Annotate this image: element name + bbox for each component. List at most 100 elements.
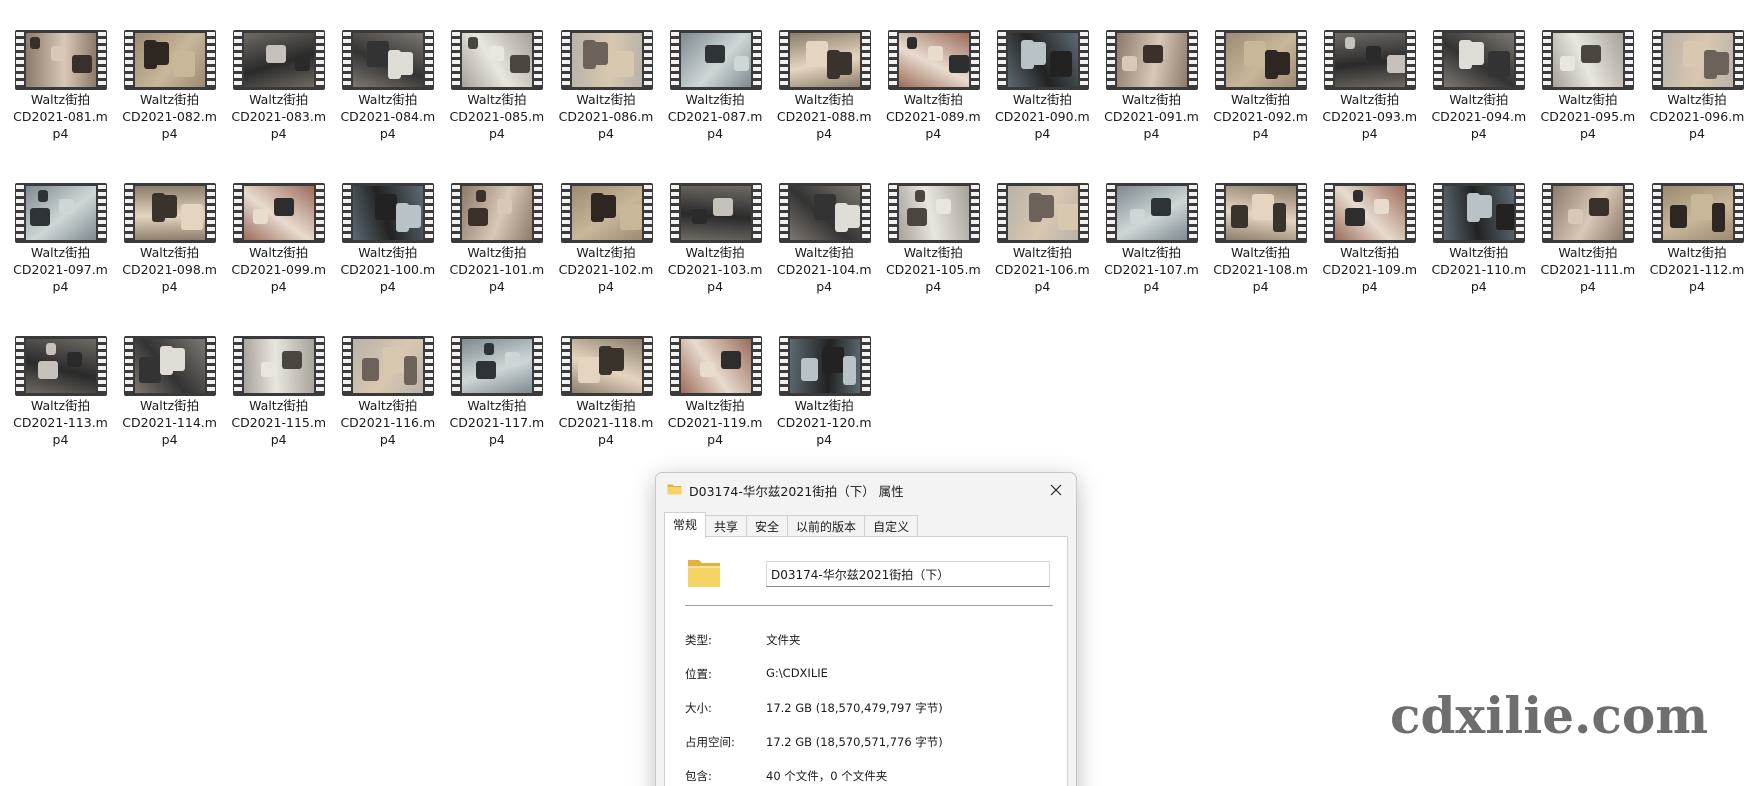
video-thumbnail bbox=[571, 339, 642, 393]
thumbnail-figure bbox=[1231, 205, 1249, 228]
file-item[interactable]: Waltz街拍 CD2021-085.m p4 bbox=[442, 0, 551, 142]
thumbnail-figure bbox=[927, 46, 943, 61]
thumbnail-figure bbox=[590, 193, 604, 222]
tab-sharing[interactable]: 共享 bbox=[705, 515, 748, 538]
file-item[interactable]: Waltz街拍 CD2021-110.m p4 bbox=[1424, 153, 1533, 295]
film-perforation bbox=[670, 32, 679, 88]
file-name-line: p4 bbox=[1361, 279, 1378, 294]
file-name-line: p4 bbox=[52, 432, 69, 447]
thumbnail-figure bbox=[1151, 198, 1171, 216]
file-name-line: CD2021-082.m bbox=[122, 109, 217, 124]
file-item[interactable]: Waltz街拍 CD2021-084.m p4 bbox=[333, 0, 442, 142]
file-name-line: CD2021-107.m bbox=[1104, 262, 1199, 277]
video-thumbnail bbox=[1335, 33, 1406, 87]
film-perforation bbox=[425, 32, 434, 88]
thumbnail-figure bbox=[282, 351, 303, 369]
file-name-line: p4 bbox=[1252, 279, 1269, 294]
video-file-icon bbox=[1106, 30, 1198, 90]
thumbnail-figure bbox=[181, 204, 204, 230]
file-name-line: p4 bbox=[52, 279, 69, 294]
file-name-line: Waltz街拍 bbox=[576, 245, 636, 260]
file-item[interactable]: Waltz街拍 CD2021-119.m p4 bbox=[661, 306, 770, 448]
file-item[interactable]: Waltz街拍 CD2021-100.m p4 bbox=[333, 153, 442, 295]
file-name-line: p4 bbox=[379, 279, 396, 294]
thumbnail-figure bbox=[1387, 55, 1406, 73]
file-item[interactable]: Waltz街拍 CD2021-081.m p4 bbox=[6, 0, 115, 142]
video-thumbnail bbox=[680, 33, 751, 87]
file-item[interactable]: Waltz街拍 CD2021-112.m p4 bbox=[1643, 153, 1752, 295]
film-perforation bbox=[1107, 32, 1115, 88]
file-item[interactable]: Waltz街拍 CD2021-106.m p4 bbox=[988, 153, 1097, 295]
file-name-line: p4 bbox=[270, 279, 287, 294]
thumbnail-figure bbox=[1049, 51, 1072, 77]
file-item[interactable]: Waltz街拍 CD2021-091.m p4 bbox=[1097, 0, 1206, 142]
video-file-icon bbox=[1324, 183, 1417, 243]
thumbnail-figure bbox=[510, 55, 531, 73]
file-item[interactable]: Waltz街拍 CD2021-120.m p4 bbox=[770, 306, 879, 448]
file-name-line: Waltz街拍 bbox=[467, 92, 527, 107]
file-item[interactable]: Waltz街拍 CD2021-082.m p4 bbox=[115, 0, 224, 142]
file-item[interactable]: Waltz街拍 CD2021-103.m p4 bbox=[661, 153, 770, 295]
file-name-line: CD2021-098.m bbox=[122, 262, 217, 277]
file-name: Waltz街拍 CD2021-090.m p4 bbox=[988, 91, 1097, 142]
tab-general[interactable]: 常规 bbox=[664, 512, 707, 538]
film-perforation bbox=[452, 32, 461, 88]
file-item[interactable]: Waltz街拍 CD2021-104.m p4 bbox=[770, 153, 879, 295]
close-button[interactable] bbox=[1040, 476, 1072, 504]
file-item[interactable]: Waltz街拍 CD2021-088.m p4 bbox=[770, 0, 879, 142]
file-name-line: CD2021-112.m bbox=[1649, 262, 1745, 277]
file-item[interactable]: Waltz街拍 CD2021-113.m p4 bbox=[6, 306, 115, 448]
tab-previous-versions[interactable]: 以前的版本 bbox=[787, 515, 866, 538]
file-item[interactable]: Waltz街拍 CD2021-099.m p4 bbox=[224, 153, 333, 295]
file-name: Waltz街拍 CD2021-082.m p4 bbox=[115, 91, 224, 142]
film-perforation bbox=[1543, 185, 1552, 241]
file-name-line: Waltz街拍 bbox=[576, 92, 636, 107]
tab-customize[interactable]: 自定义 bbox=[864, 515, 919, 538]
thumbnail-figure bbox=[1130, 209, 1145, 224]
file-item[interactable]: Waltz街拍 CD2021-083.m p4 bbox=[224, 0, 333, 142]
file-item[interactable]: Waltz街拍 CD2021-101.m p4 bbox=[442, 153, 551, 295]
file-item[interactable]: Waltz街拍 CD2021-117.m p4 bbox=[442, 306, 551, 448]
file-item[interactable]: Waltz街拍 CD2021-093.m p4 bbox=[1315, 0, 1424, 142]
thumbnail-figure bbox=[139, 357, 162, 383]
tab-security[interactable]: 安全 bbox=[746, 515, 789, 538]
film-perforation bbox=[1216, 185, 1225, 241]
file-item[interactable]: Waltz街拍 CD2021-096.m p4 bbox=[1643, 0, 1752, 142]
file-item[interactable]: Waltz街拍 CD2021-095.m p4 bbox=[1533, 0, 1642, 142]
file-name-line: Waltz街拍 bbox=[30, 245, 91, 260]
dialog-titlebar[interactable]: D03174-华尔兹2021街拍（下） 属性 bbox=[656, 473, 1076, 507]
file-item[interactable]: Waltz街拍 CD2021-105.m p4 bbox=[879, 153, 988, 295]
file-name-line: Waltz街拍 bbox=[1340, 245, 1400, 260]
file-item[interactable]: Waltz街拍 CD2021-108.m p4 bbox=[1206, 153, 1315, 295]
file-item[interactable]: Waltz街拍 CD2021-115.m p4 bbox=[224, 306, 333, 448]
video-file-icon bbox=[669, 183, 762, 243]
film-perforation bbox=[16, 185, 24, 241]
file-item[interactable]: Waltz街拍 CD2021-098.m p4 bbox=[115, 153, 224, 295]
file-item[interactable]: Waltz街拍 CD2021-109.m p4 bbox=[1315, 153, 1424, 295]
thumbnail-figure bbox=[733, 56, 749, 71]
video-thumbnail bbox=[1553, 186, 1624, 240]
file-item[interactable]: Waltz街拍 CD2021-111.m p4 bbox=[1533, 153, 1642, 295]
file-item[interactable]: Waltz街拍 CD2021-118.m p4 bbox=[552, 306, 661, 448]
film-perforation bbox=[125, 32, 134, 88]
file-item[interactable]: Waltz街拍 CD2021-094.m p4 bbox=[1424, 0, 1533, 142]
file-item[interactable]: Waltz街拍 CD2021-092.m p4 bbox=[1206, 0, 1315, 142]
file-name-line: p4 bbox=[1470, 126, 1487, 141]
file-item[interactable]: Waltz街拍 CD2021-116.m p4 bbox=[333, 306, 442, 448]
file-name: Waltz街拍 CD2021-097.m p4 bbox=[6, 244, 115, 295]
folder-name-input[interactable] bbox=[766, 561, 1050, 587]
file-item[interactable]: Waltz街拍 CD2021-089.m p4 bbox=[879, 0, 988, 142]
film-perforation bbox=[125, 185, 134, 241]
file-item[interactable]: Waltz街拍 CD2021-090.m p4 bbox=[988, 0, 1097, 142]
file-item[interactable]: Waltz街拍 CD2021-086.m p4 bbox=[552, 0, 661, 142]
file-item[interactable]: Waltz街拍 CD2021-087.m p4 bbox=[661, 0, 770, 142]
video-thumbnail bbox=[244, 33, 315, 87]
file-item[interactable]: Waltz街拍 CD2021-114.m p4 bbox=[115, 306, 224, 448]
thumbnail-figure bbox=[712, 198, 733, 216]
file-name-line: Waltz街拍 bbox=[140, 398, 200, 413]
file-name-line: p4 bbox=[161, 279, 178, 294]
file-name-line: Waltz街拍 bbox=[903, 245, 963, 260]
file-item[interactable]: Waltz街拍 CD2021-097.m p4 bbox=[6, 153, 115, 295]
file-item[interactable]: Waltz街拍 CD2021-107.m p4 bbox=[1097, 153, 1206, 295]
file-item[interactable]: Waltz街拍 CD2021-102.m p4 bbox=[552, 153, 661, 295]
